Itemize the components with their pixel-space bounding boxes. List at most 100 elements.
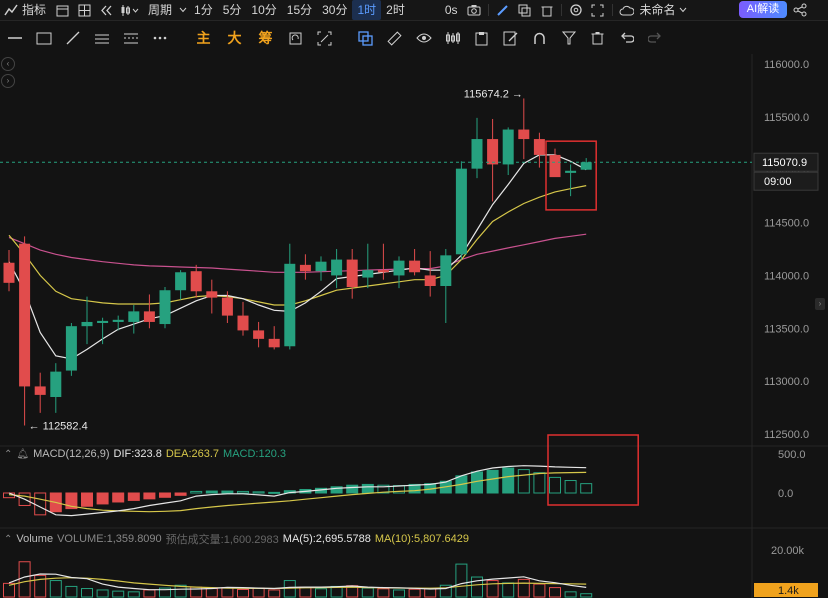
volume-bar xyxy=(49,580,62,598)
fib-levels-icon[interactable] xyxy=(116,24,145,52)
macd-histogram-bar xyxy=(127,492,140,501)
macd-histogram-bar xyxy=(502,467,515,494)
candles-compare-icon[interactable] xyxy=(438,24,467,52)
volume-bar xyxy=(517,578,530,598)
macd-histogram-bar xyxy=(81,492,93,507)
candle-body xyxy=(377,270,389,273)
edit-note-icon[interactable] xyxy=(496,24,525,52)
price-tick-label: 114000.0 xyxy=(764,270,809,282)
trend-line-icon[interactable] xyxy=(58,24,87,52)
indicators-button[interactable]: 指标 xyxy=(22,0,51,20)
last-price-label: 115070.9 xyxy=(762,157,807,169)
undo-icon[interactable] xyxy=(612,24,641,52)
bell-icon[interactable]: 🔔︎ xyxy=(16,449,29,460)
macd-histogram-bar xyxy=(159,492,171,498)
candle-type-icon[interactable] xyxy=(117,0,143,20)
cloud-icon[interactable] xyxy=(616,0,638,20)
crop-frame-icon[interactable] xyxy=(310,24,339,52)
trash-icon[interactable] xyxy=(536,0,558,20)
candle-body xyxy=(471,139,483,169)
scroll-handle-icon[interactable]: › xyxy=(815,298,825,310)
candle-body xyxy=(81,321,93,327)
interval-1h[interactable]: 1时 xyxy=(352,0,382,20)
layers-icon[interactable] xyxy=(514,0,536,20)
volume-bar xyxy=(268,589,281,598)
volume-bar xyxy=(408,588,421,598)
big-order-button[interactable]: 大 xyxy=(219,24,250,52)
candle-body xyxy=(315,261,327,272)
layout-name-dropdown[interactable]: 未命名 xyxy=(638,0,678,20)
left-rail: ‹ › xyxy=(0,55,15,91)
settings-gear-icon[interactable] xyxy=(565,0,587,20)
divider xyxy=(487,4,489,16)
clipboard-icon[interactable] xyxy=(467,24,496,52)
interval-1m[interactable]: 1分 xyxy=(189,0,218,20)
magnet-icon[interactable] xyxy=(525,24,554,52)
interval-2h[interactable]: 2时 xyxy=(381,0,410,20)
rewind-icon[interactable] xyxy=(95,0,117,20)
calendar-icon[interactable] xyxy=(51,0,73,20)
rectangle-icon[interactable] xyxy=(29,24,58,52)
macd-histogram-bar xyxy=(96,492,109,505)
eye-icon[interactable] xyxy=(409,24,438,52)
macd-histogram-bar xyxy=(517,469,530,494)
pencil-icon[interactable] xyxy=(492,0,514,20)
interval-5m[interactable]: 5分 xyxy=(218,0,247,20)
expand-right-icon[interactable]: › xyxy=(1,74,15,88)
price-tick-label: 113500.0 xyxy=(764,323,809,335)
expand-left-icon[interactable]: ‹ xyxy=(1,57,15,71)
horizontal-line-icon[interactable] xyxy=(0,24,29,52)
candle-body xyxy=(237,315,249,331)
candle-body xyxy=(409,260,421,273)
refresh-frame-icon[interactable] xyxy=(281,24,310,52)
candle-body xyxy=(65,326,77,371)
candle-body xyxy=(128,311,140,322)
zero-seconds-toggle[interactable]: 0s xyxy=(440,0,463,20)
ruler-icon[interactable] xyxy=(380,24,409,52)
macd-histogram-bar xyxy=(252,491,265,494)
interval-10m[interactable]: 10分 xyxy=(246,0,281,20)
candle-body xyxy=(19,243,31,387)
price-tick-label: 114500.0 xyxy=(764,218,809,230)
more-tools-icon[interactable] xyxy=(145,24,174,52)
main-force-button[interactable]: 主 xyxy=(188,24,219,52)
parallel-channel-icon[interactable] xyxy=(87,24,116,52)
volume-bar xyxy=(424,588,437,598)
price-tick-label: 112500.0 xyxy=(764,429,809,441)
volume-collapse-icon[interactable]: ⌃ xyxy=(4,534,12,545)
fullscreen-icon[interactable] xyxy=(587,0,609,20)
candle-body xyxy=(299,264,311,272)
period-dropdown[interactable]: 周期 xyxy=(143,0,177,20)
macd-histogram-bar xyxy=(237,490,249,494)
volume-bar xyxy=(299,586,312,598)
layout-grid-icon[interactable] xyxy=(73,0,95,20)
interval-15m[interactable]: 15分 xyxy=(282,0,317,20)
macd-collapse-icon[interactable]: ⌃ xyxy=(4,449,12,460)
chip-distribution-button[interactable]: 筹 xyxy=(250,24,281,52)
high-price-annotation: 115674.2 → xyxy=(464,88,523,100)
interval-30m[interactable]: 30分 xyxy=(317,0,352,20)
volume-bar xyxy=(3,582,15,598)
candle-body xyxy=(159,290,171,325)
candle-body xyxy=(34,386,46,395)
right-rail: › xyxy=(813,296,827,336)
price-tick-label: 113000.0 xyxy=(764,376,809,388)
share-icon[interactable] xyxy=(793,3,807,17)
macd-dif-line xyxy=(8,465,587,517)
volume-bar xyxy=(580,593,593,598)
select-copy-icon[interactable] xyxy=(351,24,380,52)
delete-drawings-icon[interactable] xyxy=(583,24,612,52)
chevron-down-icon[interactable] xyxy=(177,0,189,20)
chevron-down-icon[interactable] xyxy=(678,0,688,20)
macd-histogram-bar xyxy=(268,491,281,494)
ai-interpret-button[interactable]: AI解读 xyxy=(739,1,787,18)
indicator-chart-icon[interactable] xyxy=(0,0,22,20)
camera-icon[interactable] xyxy=(463,0,485,20)
redo-icon[interactable] xyxy=(641,24,670,52)
volume-bar xyxy=(361,587,374,598)
macd-histogram-bar xyxy=(221,490,234,494)
candlestick-chart[interactable]: 500.0 0.0 20.00k 1.4k 116000.0 115500.0 1150… xyxy=(0,54,828,598)
filter-icon[interactable] xyxy=(554,24,583,52)
volume-bar xyxy=(533,583,546,598)
macd-histogram-bar xyxy=(190,490,203,494)
